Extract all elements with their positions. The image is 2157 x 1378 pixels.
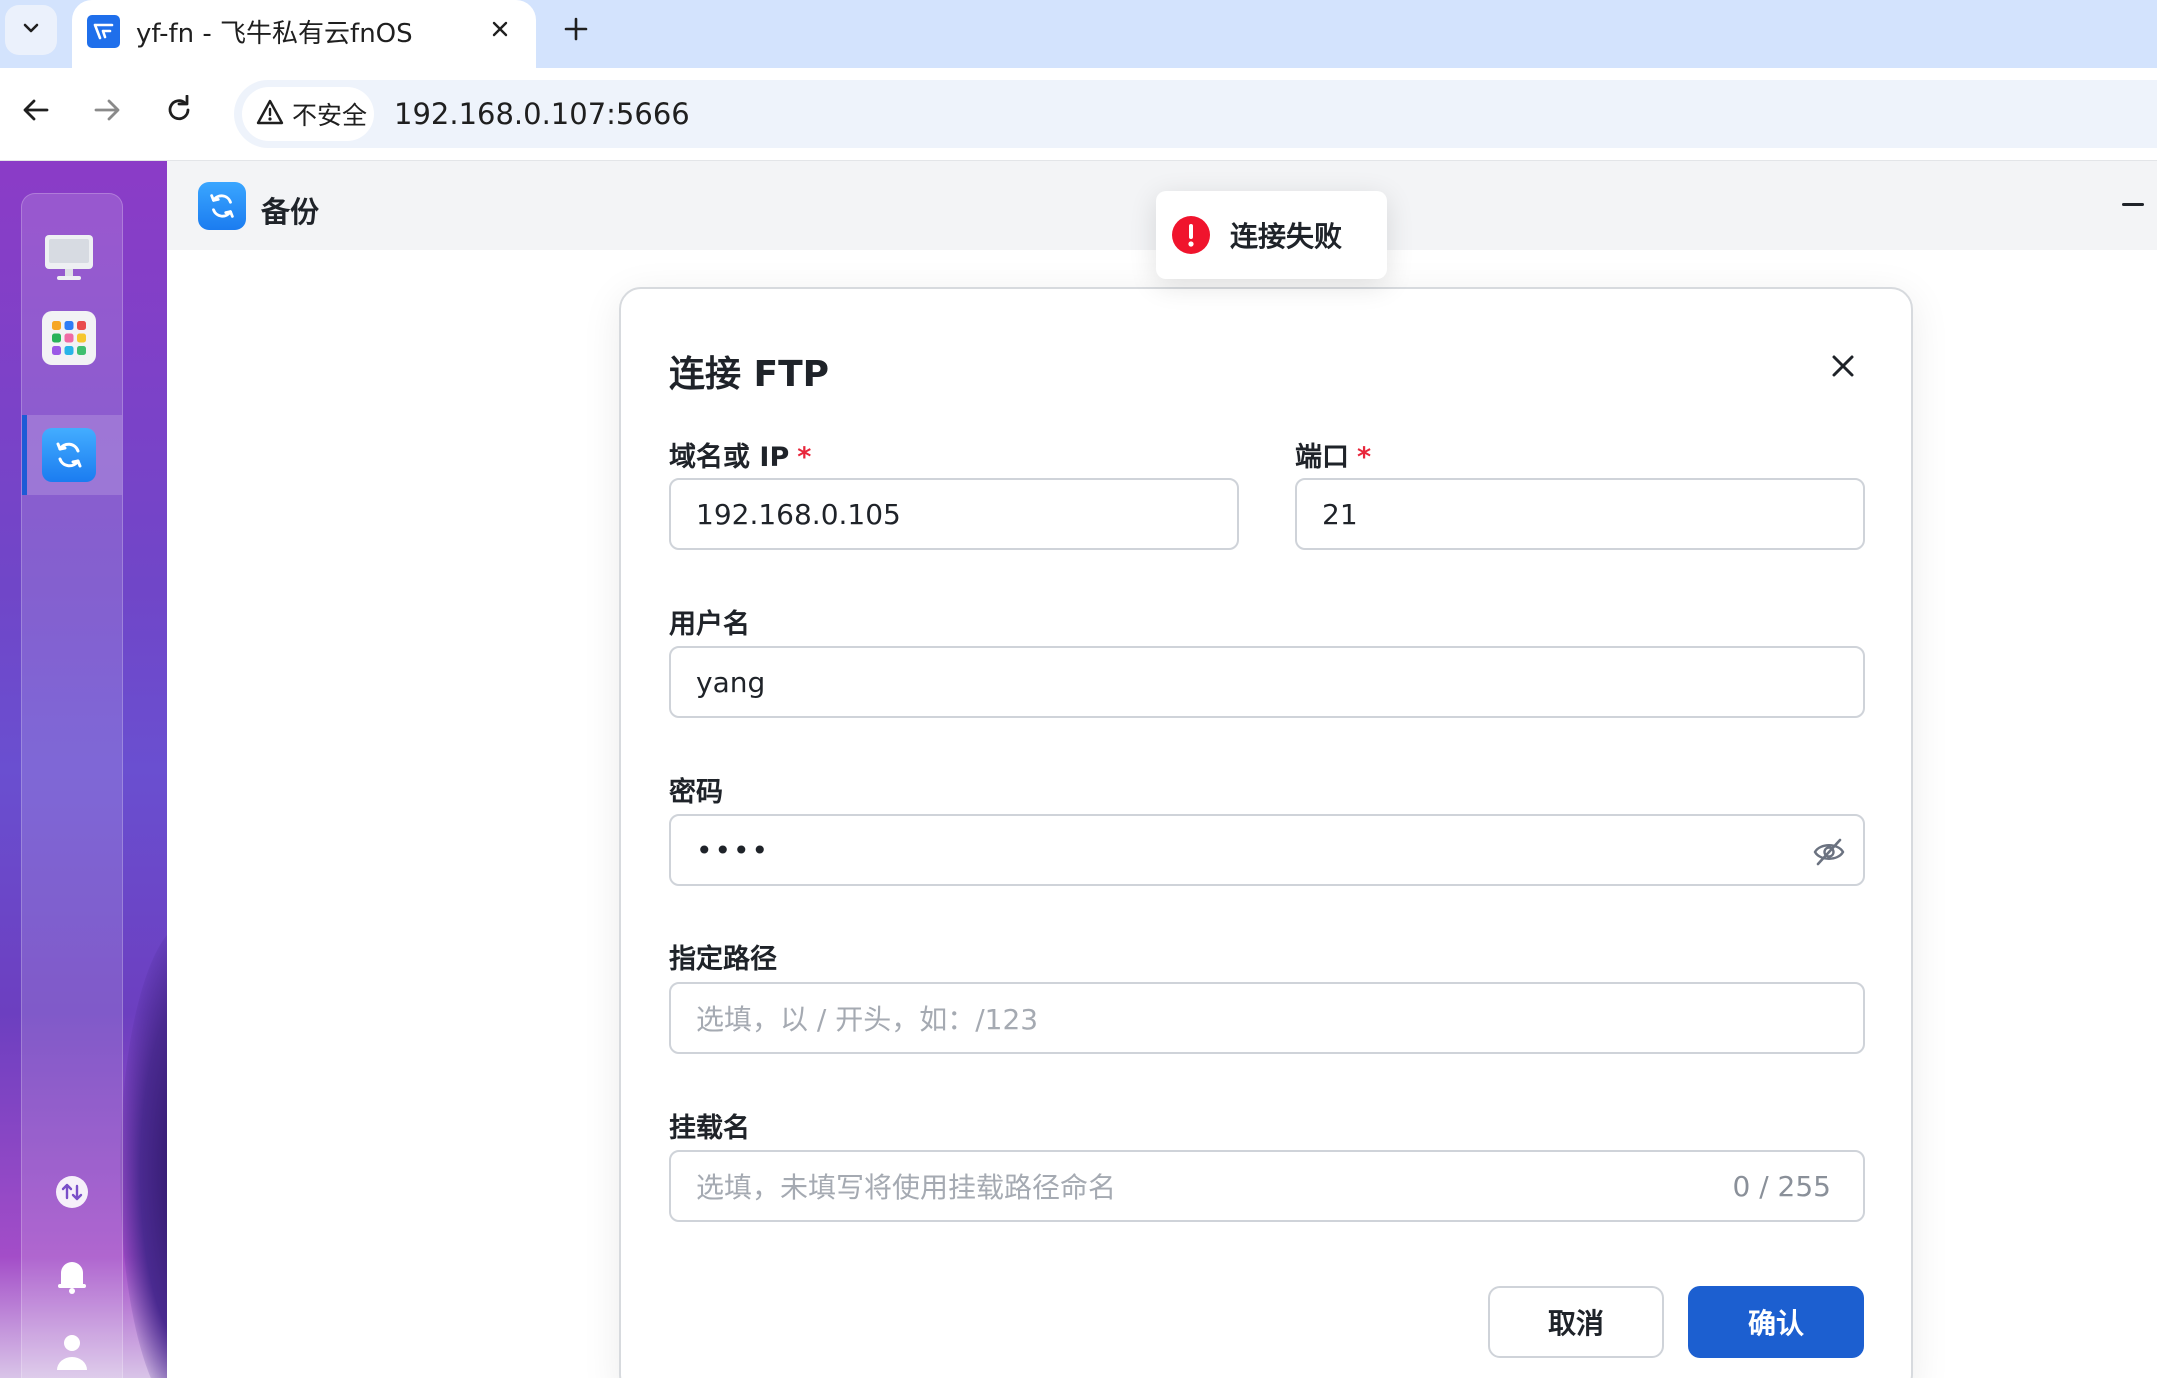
dock-desktop-monitor-icon[interactable] [42, 230, 96, 284]
eye-slash-icon[interactable] [1811, 834, 1847, 870]
backup-sync-icon [198, 182, 246, 230]
mount-name-input[interactable]: 选填，未填写将使用挂载路径命名 0 / 255 [669, 1150, 1865, 1222]
left-dock [21, 193, 123, 1378]
error-toast: 连接失败 [1156, 191, 1387, 279]
security-label: 不安全 [292, 101, 368, 130]
user-profile-icon[interactable] [54, 1334, 90, 1370]
port-input[interactable]: 21 [1295, 478, 1865, 550]
username-value: yang [696, 665, 766, 699]
browser-tab-active[interactable]: yf-fn - 飞牛私有云fnOS [72, 0, 536, 68]
tab-title: yf-fn - 飞牛私有云fnOS [136, 19, 413, 49]
cancel-button[interactable]: 取消 [1488, 1286, 1664, 1358]
port-label: 端口 * [1295, 435, 1371, 474]
path-placeholder: 选填，以 / 开头，如：/123 [696, 1003, 1039, 1036]
mount-name-placeholder: 选填，未填写将使用挂载路径命名 [696, 1171, 1117, 1204]
required-asterisk: * [797, 442, 812, 473]
dock-backup-app-icon[interactable] [42, 428, 96, 482]
confirm-button[interactable]: 确认 [1688, 1286, 1864, 1358]
username-label: 用户名 [669, 609, 750, 640]
required-asterisk: * [1357, 442, 1372, 473]
dock-app-center-icon[interactable] [42, 311, 96, 365]
host-label: 域名或 IP * [669, 435, 811, 474]
reload-icon[interactable] [157, 88, 201, 132]
dock-active-indicator [22, 415, 27, 495]
path-label: 指定路径 [669, 944, 777, 975]
warning-triangle-icon [256, 99, 284, 130]
mount-name-label: 挂载名 [669, 1113, 750, 1144]
app-title: 备份 [261, 195, 320, 229]
port-label-text: 端口 [1295, 442, 1349, 473]
host-input[interactable]: 192.168.0.105 [669, 478, 1239, 550]
username-input[interactable]: yang [669, 646, 1865, 718]
password-input[interactable]: •••• [669, 814, 1865, 886]
connect-ftp-dialog: 连接 FTP 域名或 IP * 192.168.0.105 端口 * 21 用户名 … [619, 287, 1913, 1378]
dialog-title: 连接 FTP [669, 354, 830, 395]
close-icon[interactable] [1826, 349, 1860, 383]
error-exclamation-icon [1172, 216, 1210, 254]
path-input[interactable]: 选填，以 / 开头，如：/123 [669, 982, 1865, 1054]
host-value: 192.168.0.105 [696, 497, 901, 531]
browser-toolbar: 不安全 192.168.0.107:5666 [0, 68, 2157, 161]
toast-message: 连接失败 [1230, 220, 1343, 253]
fnos-favicon-icon [87, 15, 120, 48]
chevron-down-icon [20, 17, 42, 44]
minimize-icon[interactable] [2119, 195, 2147, 215]
host-label-text: 域名或 IP [669, 442, 790, 473]
transfer-updown-icon[interactable] [54, 1174, 90, 1210]
back-arrow-icon[interactable] [14, 88, 58, 132]
port-value: 21 [1322, 497, 1358, 531]
forward-arrow-icon[interactable] [85, 88, 129, 132]
tab-close-icon[interactable] [484, 13, 516, 45]
wallpaper-swirl [120, 921, 167, 1378]
notification-bell-icon[interactable] [54, 1258, 90, 1294]
address-bar[interactable]: 不安全 192.168.0.107:5666 [234, 80, 2157, 148]
browser-tab-bar: yf-fn - 飞牛私有云fnOS [0, 0, 2157, 68]
char-counter: 0 / 255 [1732, 1170, 1832, 1203]
url-text[interactable]: 192.168.0.107:5666 [394, 97, 690, 131]
security-indicator[interactable]: 不安全 [242, 87, 374, 141]
new-tab-plus-icon[interactable] [558, 9, 594, 49]
password-label: 密码 [669, 777, 723, 808]
tab-search-button[interactable] [5, 5, 57, 55]
desktop-background [0, 161, 167, 1378]
password-value: •••• [696, 833, 771, 867]
